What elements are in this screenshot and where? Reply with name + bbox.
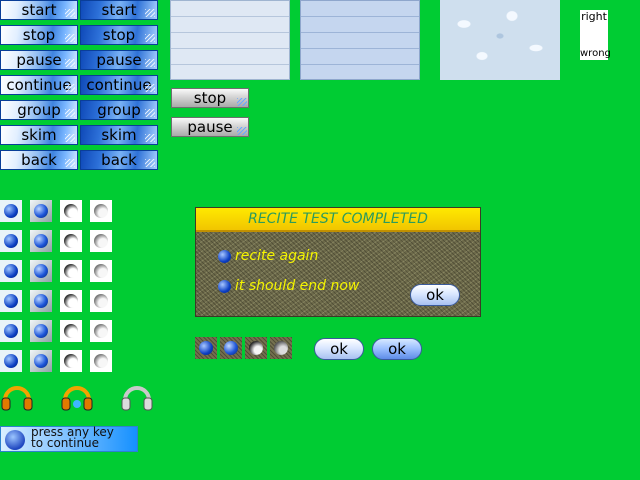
texture-swatch bbox=[440, 0, 560, 80]
radio-white-icon[interactable] bbox=[90, 290, 112, 312]
radio-blue-icon bbox=[218, 250, 231, 263]
right-label: right bbox=[581, 10, 607, 23]
list-panel-blue bbox=[300, 0, 420, 80]
dialog-ok-button[interactable]: ok bbox=[410, 284, 460, 306]
stop-button-silver[interactable]: stop bbox=[171, 88, 249, 108]
pause-button-light[interactable]: pause bbox=[0, 50, 78, 70]
radio-white-icon[interactable] bbox=[90, 260, 112, 282]
back-button-dark[interactable]: back bbox=[80, 150, 158, 170]
option-label: it should end now bbox=[235, 278, 360, 294]
radio-blue-icon[interactable] bbox=[30, 260, 52, 282]
continue-button-dark[interactable]: continue bbox=[80, 75, 158, 95]
radio-blue-icon[interactable] bbox=[30, 200, 52, 222]
headphone-icon[interactable] bbox=[120, 380, 154, 414]
radio-blue-icon[interactable] bbox=[30, 350, 52, 372]
recite-test-dialog: RECITE TEST COMPLETED recite again it sh… bbox=[195, 207, 481, 317]
radio-blue-icon[interactable] bbox=[195, 337, 217, 359]
list-panel-light bbox=[170, 0, 290, 80]
radio-blue-icon[interactable] bbox=[30, 290, 52, 312]
headphone-icon[interactable] bbox=[0, 380, 34, 414]
stop-button-light[interactable]: stop bbox=[0, 25, 78, 45]
stop-button-dark[interactable]: stop bbox=[80, 25, 158, 45]
radio-blue-icon[interactable] bbox=[0, 200, 22, 222]
radio-blue-icon bbox=[218, 280, 231, 293]
radio-white-icon[interactable] bbox=[90, 350, 112, 372]
microphone-icon bbox=[5, 430, 25, 450]
back-button-light[interactable]: back bbox=[0, 150, 78, 170]
radio-blue-icon[interactable] bbox=[0, 290, 22, 312]
radio-white-icon[interactable] bbox=[60, 200, 82, 222]
skim-button-light[interactable]: skim bbox=[0, 125, 78, 145]
option-label: recite again bbox=[235, 248, 319, 264]
radio-white-icon[interactable] bbox=[60, 320, 82, 342]
radio-blue-icon[interactable] bbox=[0, 230, 22, 252]
radio-white-icon[interactable] bbox=[90, 320, 112, 342]
radio-blue-icon[interactable] bbox=[30, 230, 52, 252]
press-key-line2: to continue bbox=[31, 436, 100, 450]
radio-white-icon[interactable] bbox=[245, 337, 267, 359]
pause-button-dark[interactable]: pause bbox=[80, 50, 158, 70]
radio-white-icon[interactable] bbox=[60, 230, 82, 252]
group-button-light[interactable]: group bbox=[0, 100, 78, 120]
group-button-dark[interactable]: group bbox=[80, 100, 158, 120]
radio-blue-icon[interactable] bbox=[220, 337, 242, 359]
ok-button-blue[interactable]: ok bbox=[372, 338, 422, 360]
pause-button-silver[interactable]: pause bbox=[171, 117, 249, 137]
radio-blue-icon[interactable] bbox=[0, 320, 22, 342]
press-any-key-banner[interactable]: press any key to continue bbox=[0, 426, 138, 452]
radio-blue-icon[interactable] bbox=[0, 260, 22, 282]
radio-white-icon[interactable] bbox=[60, 260, 82, 282]
ok-button-light[interactable]: ok bbox=[314, 338, 364, 360]
continue-button-light[interactable]: continue bbox=[0, 75, 78, 95]
radio-white-icon[interactable] bbox=[60, 350, 82, 372]
radio-blue-icon[interactable] bbox=[0, 350, 22, 372]
start-button-light[interactable]: start bbox=[0, 0, 78, 20]
radio-white-icon[interactable] bbox=[60, 290, 82, 312]
start-button-dark[interactable]: start bbox=[80, 0, 158, 20]
radio-white-icon[interactable] bbox=[90, 230, 112, 252]
radio-white-icon[interactable] bbox=[270, 337, 292, 359]
radio-blue-icon[interactable] bbox=[30, 320, 52, 342]
skim-button-dark[interactable]: skim bbox=[80, 125, 158, 145]
wrong-label: wrong bbox=[580, 48, 611, 59]
dialog-title: RECITE TEST COMPLETED bbox=[196, 208, 480, 232]
right-wrong-indicator: right wrong bbox=[580, 10, 611, 60]
radio-white-icon[interactable] bbox=[90, 200, 112, 222]
headphone-icon[interactable] bbox=[60, 380, 94, 414]
press-any-key-text: press any key to continue bbox=[31, 426, 114, 450]
